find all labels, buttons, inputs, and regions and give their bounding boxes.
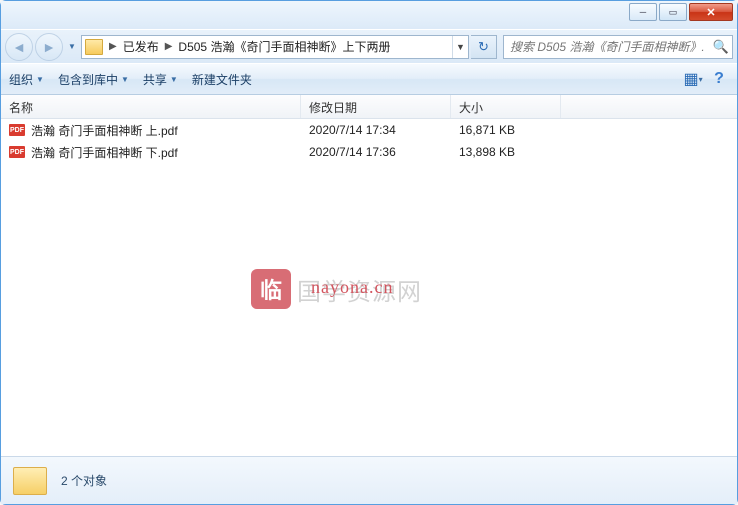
file-date: 2020/7/14 17:36 [301,145,451,159]
watermark-logo-icon: 临 [251,269,291,309]
watermark: 临 国学资源网 [251,269,422,309]
file-size: 13,898 KB [451,145,561,159]
search-box[interactable]: 🔍 [503,35,733,59]
chevron-right-icon[interactable]: ▶ [163,41,175,52]
pdf-icon: PDF [9,146,25,158]
pdf-icon: PDF [9,124,25,136]
status-text: 2 个对象 [61,472,107,489]
organize-menu[interactable]: 组织 ▼ [9,71,44,88]
new-folder-button[interactable]: 新建文件夹 [192,71,252,88]
address-bar[interactable]: ▶ 已发布 ▶ D505 浩瀚《奇门手面相神断》上下两册 ▼ [81,35,469,59]
navigation-bar: ◄ ► ▼ ▶ 已发布 ▶ D505 浩瀚《奇门手面相神断》上下两册 ▼ ↻ 🔍 [1,29,737,63]
arrow-right-icon: ► [42,39,56,55]
folder-icon [13,467,47,495]
file-name: 浩瀚 奇门手面相神断 上.pdf [31,122,178,139]
help-icon: ? [714,70,724,88]
file-row[interactable]: PDF 浩瀚 奇门手面相神断 下.pdf 2020/7/14 17:36 13,… [1,141,737,163]
help-button[interactable]: ? [709,69,729,89]
refresh-icon: ↻ [478,39,489,55]
explorer-window: ─ ▭ ✕ ◄ ► ▼ ▶ 已发布 ▶ D505 浩瀚《奇门手面相神断》上下两册… [0,0,738,505]
breadcrumb-item-parent[interactable]: 已发布 [119,38,163,55]
column-headers: 名称 修改日期 大小 [1,95,737,119]
title-bar: ─ ▭ ✕ [1,1,737,29]
watermark-text-cn: 国学资源网 [297,272,422,307]
file-date: 2020/7/14 17:34 [301,123,451,137]
back-button[interactable]: ◄ [5,33,33,61]
column-header-size[interactable]: 大小 [451,95,561,118]
file-size: 16,871 KB [451,123,561,137]
chevron-down-icon: ▼ [170,75,178,84]
chevron-down-icon: ▼ [121,75,129,84]
column-header-name[interactable]: 名称 [1,95,301,118]
view-icon: ▦ [683,69,698,89]
include-in-library-menu[interactable]: 包含到库中 ▼ [58,71,129,88]
arrow-left-icon: ◄ [12,39,26,55]
maximize-button[interactable]: ▭ [659,3,687,21]
file-list: PDF 浩瀚 奇门手面相神断 上.pdf 2020/7/14 17:34 16,… [1,119,737,456]
file-row[interactable]: PDF 浩瀚 奇门手面相神断 上.pdf 2020/7/14 17:34 16,… [1,119,737,141]
command-bar: 组织 ▼ 包含到库中 ▼ 共享 ▼ 新建文件夹 ▦ ▾ ? [1,63,737,95]
view-options-button[interactable]: ▦ ▾ [683,69,703,89]
chevron-down-icon: ▾ [699,75,703,84]
forward-button[interactable]: ► [35,33,63,61]
details-pane: 2 个对象 [1,456,737,504]
breadcrumb-item-current[interactable]: D505 浩瀚《奇门手面相神断》上下两册 [174,38,394,55]
chevron-right-icon[interactable]: ▶ [107,41,119,52]
search-input[interactable] [504,40,710,54]
close-button[interactable]: ✕ [689,3,733,21]
watermark-text-en: nayona.cn [311,277,393,298]
chevron-down-icon: ▼ [36,75,44,84]
minimize-button[interactable]: ─ [629,3,657,21]
folder-icon [85,39,103,55]
address-dropdown[interactable]: ▼ [452,36,468,58]
column-header-date[interactable]: 修改日期 [301,95,451,118]
nav-history-dropdown[interactable]: ▼ [65,35,79,59]
search-icon[interactable]: 🔍 [710,39,732,55]
refresh-button[interactable]: ↻ [471,35,497,59]
share-menu[interactable]: 共享 ▼ [143,71,178,88]
file-name: 浩瀚 奇门手面相神断 下.pdf [31,144,178,161]
